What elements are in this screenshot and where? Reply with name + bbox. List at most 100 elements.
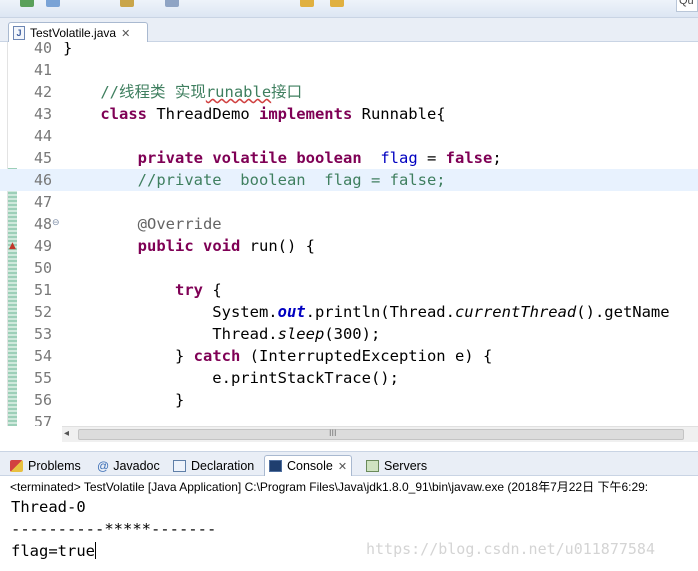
tab-javadoc-label: Javadoc [113, 458, 160, 473]
tab-javadoc[interactable]: @ Javadoc [93, 455, 164, 476]
editor-horizontal-scrollbar[interactable]: ◂ III [62, 426, 698, 442]
code-line[interactable]: 46 //private boolean flag = false; [0, 169, 698, 191]
code-token: run() { [240, 237, 315, 255]
line-number: 51 [33, 281, 52, 299]
line-number: 56 [33, 391, 52, 409]
code-line[interactable]: 42 //线程类 实现runable接口 [0, 81, 698, 103]
code-token: ; [492, 149, 502, 167]
nav-back-icon[interactable] [300, 0, 314, 7]
code-token: @Override [63, 215, 222, 233]
code-text: e.printStackTrace(); [63, 367, 399, 389]
code-token: } [63, 42, 73, 57]
code-token: = [417, 149, 446, 167]
editor-tab-strip: J TestVolatile.java ✕ [0, 18, 698, 43]
code-line[interactable]: 53 Thread.sleep(300); [0, 323, 698, 345]
code-line[interactable]: 40} [0, 42, 698, 59]
scroll-left-icon[interactable]: ◂ [64, 428, 69, 439]
code-token: { [202, 281, 222, 299]
code-line[interactable]: 56 } [0, 389, 698, 411]
close-icon[interactable]: ✕ [338, 460, 347, 473]
tab-declaration[interactable]: Declaration [169, 455, 258, 476]
line-number: 50 [33, 259, 52, 277]
code-text: //private boolean flag = false; [63, 169, 446, 191]
code-token: (InterruptedException e) { [240, 347, 493, 365]
line-number: 57 [33, 413, 52, 426]
code-token: Thread. [63, 325, 278, 343]
code-token: boolean [296, 149, 362, 167]
code-line[interactable]: 55 e.printStackTrace(); [0, 367, 698, 389]
code-token: } [63, 347, 194, 365]
tab-servers-label: Servers [384, 458, 428, 473]
code-line[interactable]: 51 try { [0, 279, 698, 301]
code-token: //private boolean flag = false; [63, 171, 446, 189]
code-token: volatile [212, 149, 287, 167]
fold-collapse-icon[interactable]: ⊖ [52, 218, 60, 228]
code-text: @Override [63, 213, 222, 235]
line-number: 46 [33, 171, 52, 189]
code-line[interactable]: 45 private volatile boolean flag = false… [0, 147, 698, 169]
line-number: 53 [33, 325, 52, 343]
code-token: runable [205, 83, 272, 101]
tab-console[interactable]: Console ✕ [264, 455, 353, 476]
nav-forward-icon[interactable] [330, 0, 344, 7]
tab-servers[interactable]: Servers [362, 455, 431, 476]
java-file-icon: J [13, 26, 25, 40]
console-view[interactable]: <terminated> TestVolatile [Java Applicat… [0, 476, 698, 571]
tab-console-label: Console [287, 459, 333, 473]
line-number: 42 [33, 83, 52, 101]
tab-problems-label: Problems [28, 458, 81, 473]
code-token: implements [258, 105, 353, 123]
code-token: flag [380, 149, 418, 167]
console-output-line: Thread-0 [11, 498, 86, 516]
line-number: 45 [33, 149, 52, 167]
debug-icon[interactable] [46, 0, 60, 7]
code-token: try [174, 281, 203, 299]
console-output-line: ----------*****------- [11, 520, 217, 538]
code-line[interactable]: 50 [0, 257, 698, 279]
run-icon[interactable] [20, 0, 34, 7]
code-text: } [63, 389, 184, 411]
code-line[interactable]: 48 ⊖ @Override [0, 213, 698, 235]
code-text: try { [63, 279, 222, 301]
line-number: 52 [33, 303, 52, 321]
scrollbar-thumb[interactable]: III [78, 428, 684, 440]
code-line[interactable]: 44 [0, 125, 698, 147]
tab-declaration-label: Declaration [191, 458, 255, 473]
watermark: https://blog.csdn.net/u011877584 [366, 540, 655, 558]
search-icon[interactable] [120, 0, 134, 7]
console-output-line-last: flag=true [11, 540, 96, 562]
code-token: //线程类 实现 [63, 83, 206, 101]
code-line[interactable]: 52 System.out.println(Thread.currentThre… [0, 301, 698, 323]
line-number: 40 [33, 42, 52, 57]
code-token: e.printStackTrace(); [63, 369, 399, 387]
code-line[interactable]: 47 [0, 191, 698, 213]
console-output-text: flag=true [11, 542, 95, 560]
quick-access-input[interactable]: Qu [676, 0, 698, 12]
code-token: (300); [324, 325, 381, 343]
code-line[interactable]: 43 class ThreadDemo implements Runnable{ [0, 103, 698, 125]
line-number: 44 [33, 127, 52, 145]
save-icon[interactable] [165, 0, 179, 7]
code-line[interactable]: 57 [0, 411, 698, 426]
code-token: .println(Thread. [305, 303, 455, 321]
declaration-icon [173, 459, 186, 472]
code-token: Runnable{ [352, 105, 446, 123]
code-token: private [137, 149, 203, 167]
code-text: public void run() { [63, 235, 315, 257]
code-line[interactable]: 54 } catch (InterruptedException e) { [0, 345, 698, 367]
code-line[interactable]: 41 [0, 59, 698, 81]
code-text: Thread.sleep(300); [63, 323, 380, 345]
bottom-panel-tabs: Problems @ Javadoc Declaration Console ✕… [0, 451, 698, 476]
code-token: public [137, 237, 194, 255]
code-editor[interactable]: 40} 41 42 //线程类 实现runable接口 43 class Thread… [0, 42, 698, 426]
close-icon[interactable]: ✕ [121, 27, 130, 40]
tab-problems[interactable]: Problems [6, 455, 85, 476]
code-token: 接口 [271, 83, 303, 101]
editor-tab-testvolatile[interactable]: J TestVolatile.java ✕ [8, 22, 148, 43]
javadoc-icon: @ [97, 458, 110, 473]
code-line[interactable]: 49 ▲ public void run() { [0, 235, 698, 257]
code-text: } catch (InterruptedException e) { [63, 345, 492, 367]
line-number: 54 [33, 347, 52, 365]
